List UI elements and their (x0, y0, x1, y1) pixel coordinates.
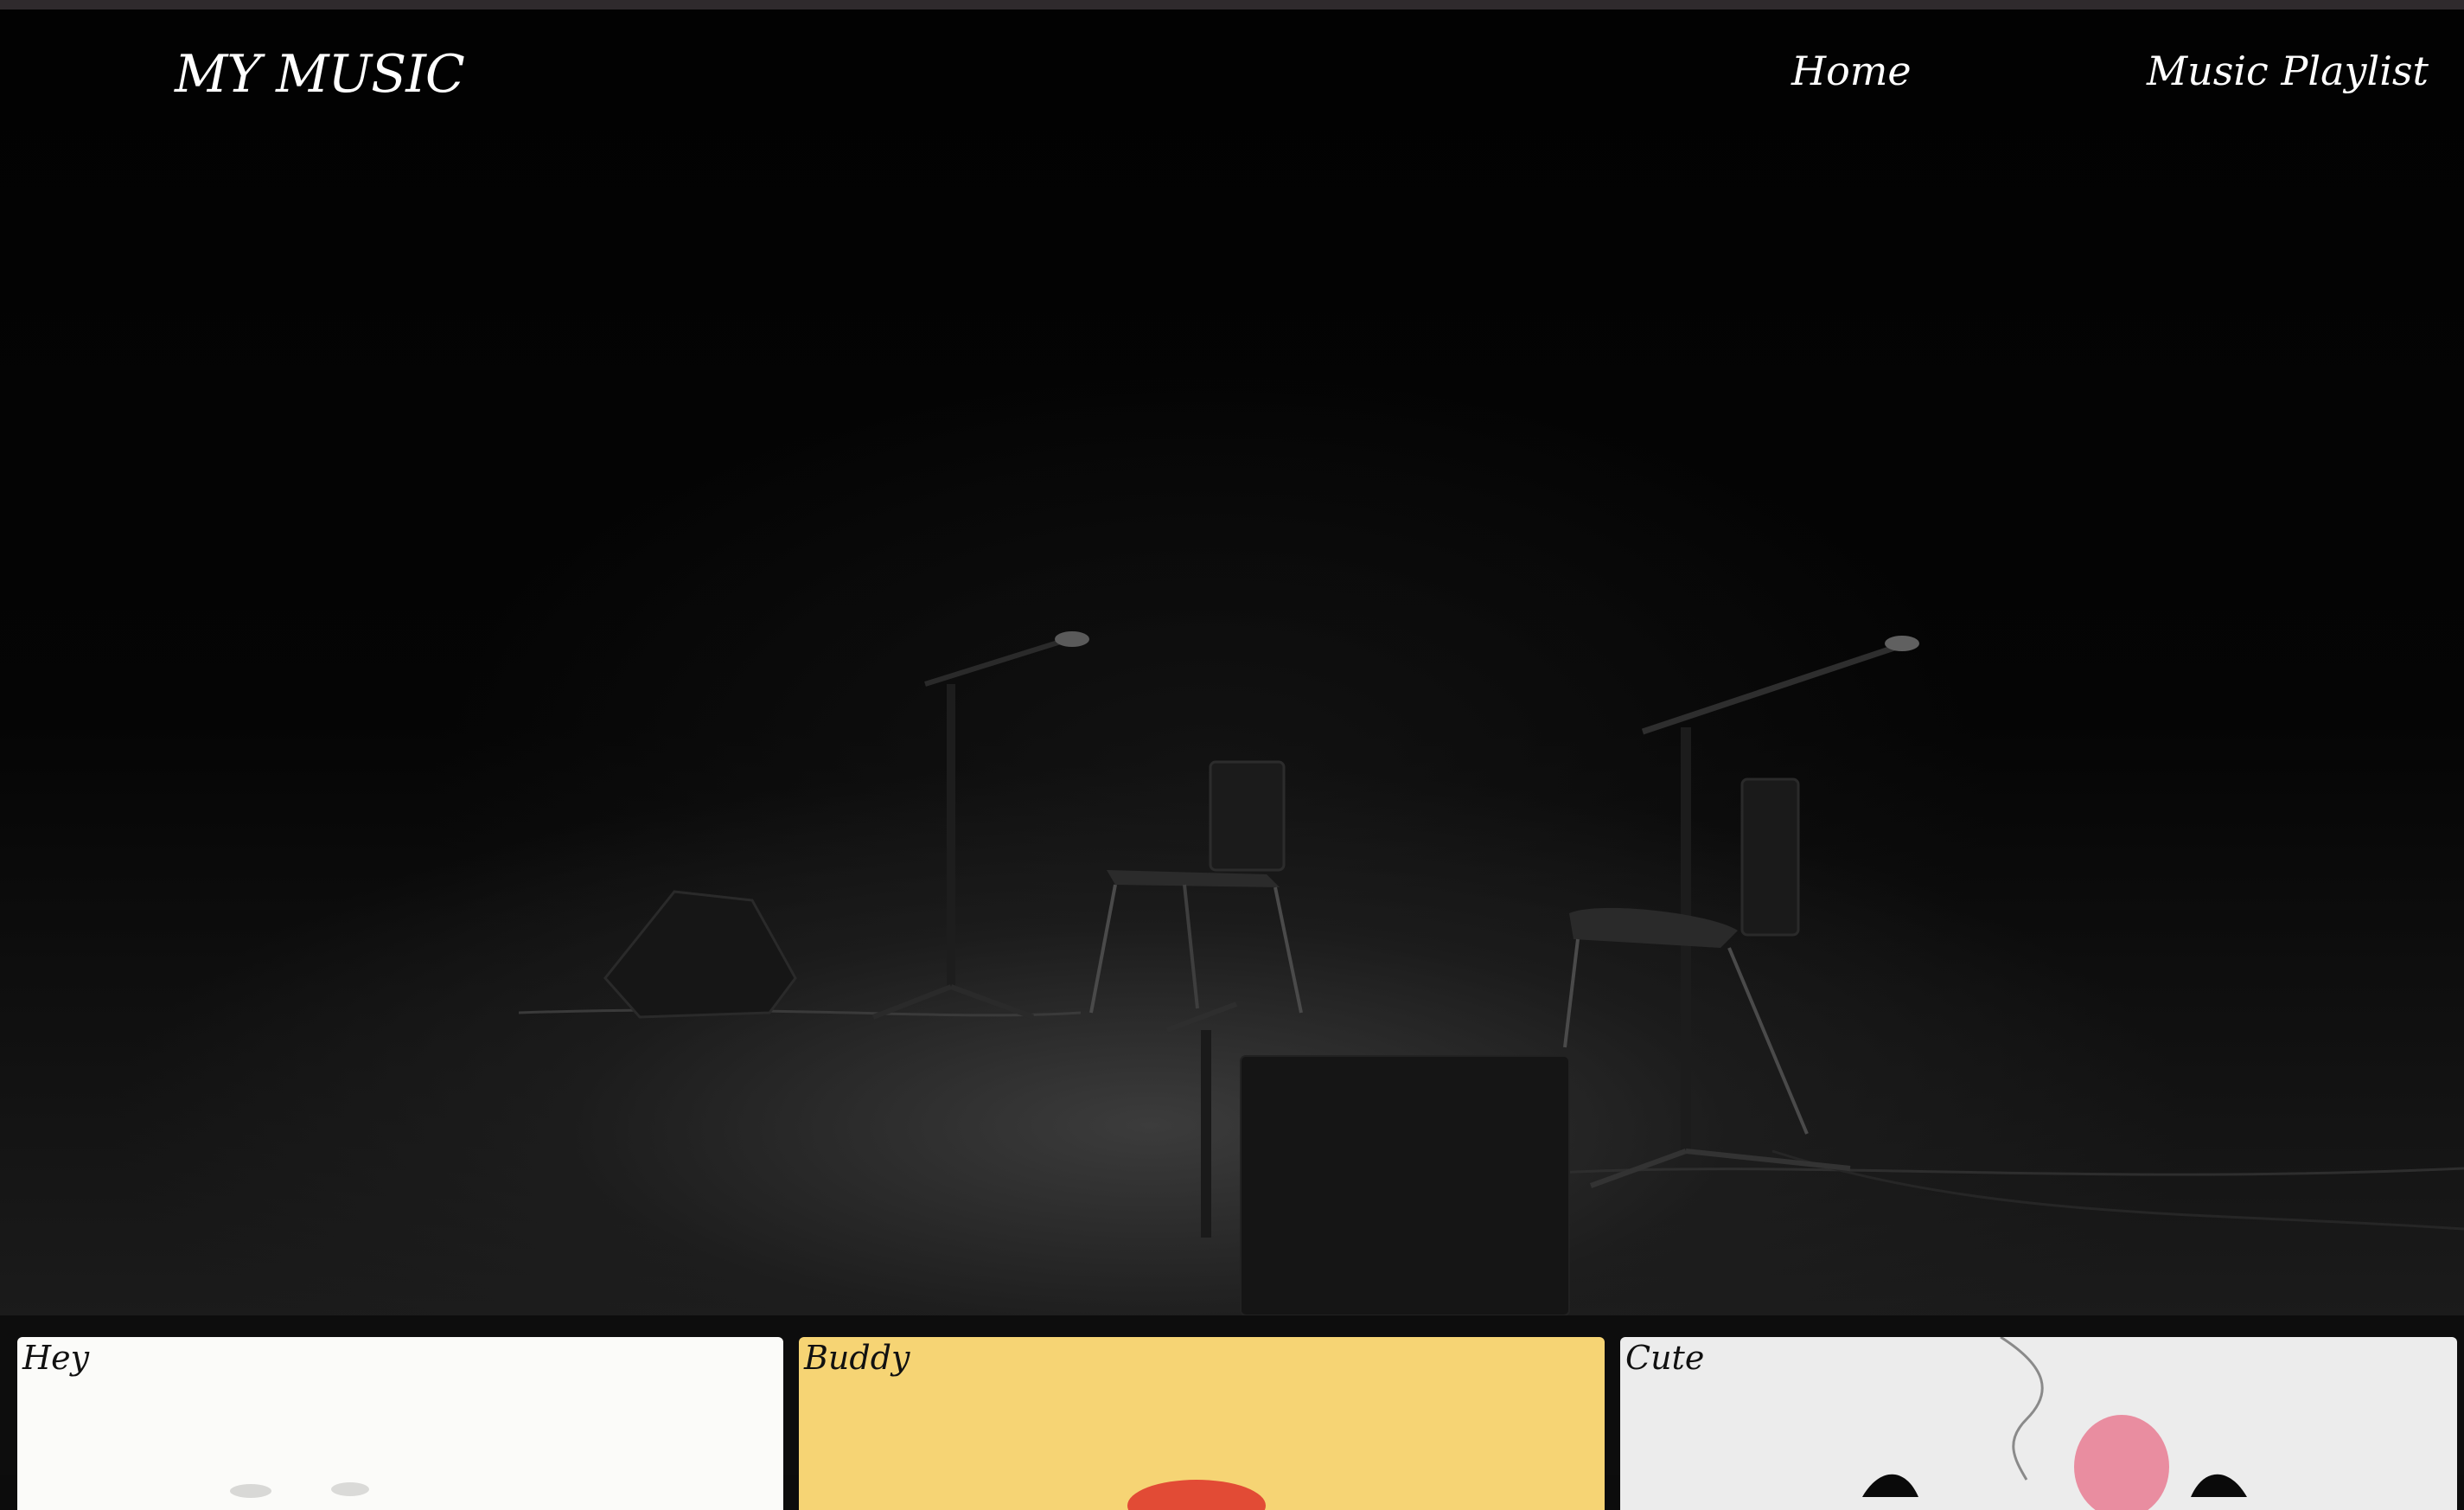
playlist-card-hey[interactable]: Hey (17, 1337, 783, 1510)
card-cover-image (1862, 1337, 2247, 1510)
site-logo[interactable]: MY MUSIC (175, 44, 465, 105)
stage-image (518, 631, 2464, 1315)
playlist-card-cute[interactable]: Cute (1620, 1337, 2457, 1510)
playlist-card-row: Hey Buddy Cute (0, 1315, 2464, 1510)
nav-home-link[interactable]: Home (1791, 48, 1912, 94)
card-cover-image (230, 1482, 369, 1498)
playlist-card-buddy[interactable]: Buddy (799, 1337, 1605, 1510)
hero-section: MY MUSIC Home Music Playlist (0, 10, 2464, 1315)
card-cover-image (1127, 1480, 1266, 1510)
nav-music-playlist-link[interactable]: Music Playlist (2147, 48, 2429, 94)
browser-top-strip (0, 0, 2464, 10)
